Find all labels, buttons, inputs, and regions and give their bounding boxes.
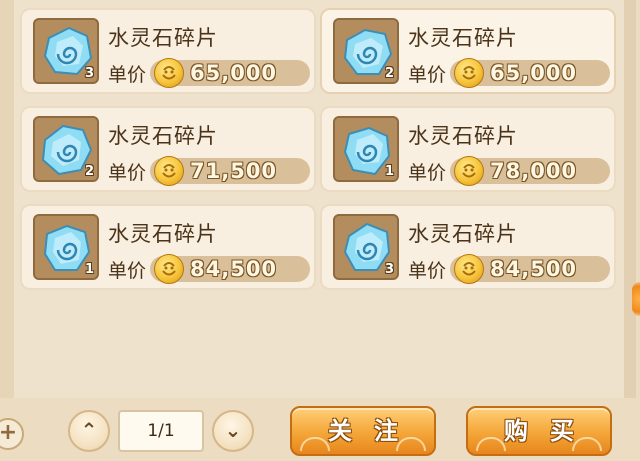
item-name: 水灵石碎片: [108, 124, 218, 148]
price-label: 单价: [108, 260, 147, 282]
item-name: 水灵石碎片: [408, 124, 518, 148]
plus-icon: +: [0, 420, 18, 445]
item-list-panel: 3 水灵石碎片 单价 65,000 2 水灵石碎片 单价 65,000 2 水灵…: [0, 0, 636, 398]
price-label: 单价: [108, 162, 147, 184]
left-strip: [0, 0, 14, 398]
price-label: 单价: [408, 260, 447, 282]
price-value: 71,500: [190, 159, 278, 183]
item-card[interactable]: 1 水灵石碎片 单价 78,000: [320, 106, 616, 192]
item-card[interactable]: 2 水灵石碎片 单价 65,000: [320, 8, 616, 94]
item-card[interactable]: 3 水灵石碎片 单价 65,000: [20, 8, 316, 94]
gold-coin-icon: [454, 254, 484, 284]
price-bar: 78,000: [450, 156, 610, 186]
item-quantity: 3: [384, 262, 394, 277]
item-quantity: 1: [384, 164, 394, 179]
price-value: 84,500: [490, 257, 578, 281]
item-card[interactable]: 3 水灵石碎片 单价 84,500: [320, 204, 616, 290]
item-quantity: 2: [84, 164, 94, 179]
item-name: 水灵石碎片: [408, 26, 518, 50]
page-indicator: 1/1: [118, 410, 204, 452]
item-quantity: 3: [84, 66, 94, 81]
chevron-up-icon: ⌃: [80, 418, 98, 442]
price-value: 65,000: [490, 61, 578, 85]
item-icon-frame: 3: [333, 214, 399, 280]
scroll-track[interactable]: [624, 0, 636, 398]
gold-coin-icon: [154, 254, 184, 284]
buy-button-label: 购买: [504, 417, 596, 445]
item-icon-frame: 1: [33, 214, 99, 280]
price-bar: 84,500: [450, 254, 610, 284]
item-card[interactable]: 1 水灵石碎片 单价 84,500: [20, 204, 316, 290]
item-icon-frame: 2: [33, 116, 99, 182]
item-quantity: 2: [384, 66, 394, 81]
price-label: 单价: [408, 64, 447, 86]
price-value: 78,000: [490, 159, 578, 183]
gold-coin-icon: [454, 58, 484, 88]
add-button[interactable]: +: [0, 418, 24, 450]
price-bar: 84,500: [150, 254, 310, 284]
side-tab-glow[interactable]: [632, 282, 640, 316]
price-value: 84,500: [190, 257, 278, 281]
item-icon-frame: 3: [33, 18, 99, 84]
follow-button-label: 关注: [328, 417, 420, 445]
price-bar: 65,000: [450, 58, 610, 88]
item-icon-frame: 1: [333, 116, 399, 182]
item-quantity: 1: [84, 262, 94, 277]
item-icon-frame: 2: [333, 18, 399, 84]
gold-coin-icon: [454, 156, 484, 186]
gold-coin-icon: [154, 58, 184, 88]
price-label: 单价: [408, 162, 447, 184]
item-name: 水灵石碎片: [108, 26, 218, 50]
item-card[interactable]: 2 水灵石碎片 单价 71,500: [20, 106, 316, 192]
follow-button[interactable]: 关注: [290, 406, 436, 456]
gold-coin-icon: [154, 156, 184, 186]
price-bar: 71,500: [150, 156, 310, 186]
price-label: 单价: [108, 64, 147, 86]
item-name: 水灵石碎片: [408, 222, 518, 246]
chevron-down-icon: ⌄: [224, 418, 242, 442]
price-bar: 65,000: [150, 58, 310, 88]
page-up-button[interactable]: ⌃: [68, 410, 110, 452]
item-name: 水灵石碎片: [108, 222, 218, 246]
buy-button[interactable]: 购买: [466, 406, 612, 456]
price-value: 65,000: [190, 61, 278, 85]
page-down-button[interactable]: ⌄: [212, 410, 254, 452]
